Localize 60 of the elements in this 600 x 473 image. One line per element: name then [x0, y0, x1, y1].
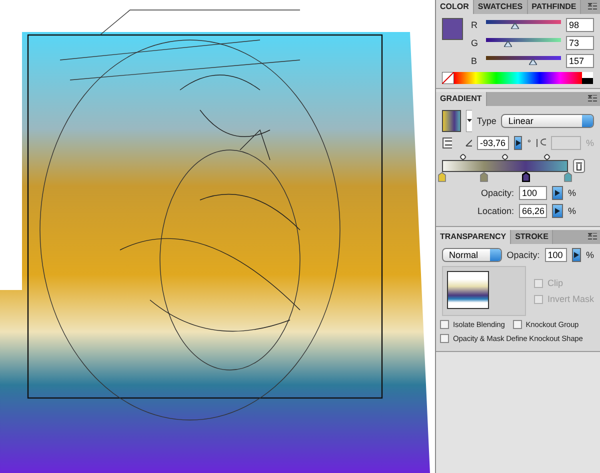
triangle-icon	[516, 140, 521, 146]
fill-swatch[interactable]	[442, 18, 463, 40]
panel-tab[interactable]: COLOR	[436, 0, 474, 14]
opacity-label: Opacity:	[480, 188, 514, 198]
gradient-preview[interactable]	[442, 110, 461, 132]
degree-sign: °	[527, 138, 532, 148]
panel-menu-icon[interactable]	[588, 3, 597, 10]
location-field[interactable]: 66,26	[519, 204, 547, 218]
channel-label: G	[471, 38, 480, 48]
aspect-ratio-icon	[536, 138, 546, 148]
type-label: Type	[476, 116, 496, 126]
color-spectrum-drawing[interactable]	[442, 72, 593, 84]
panel-tab[interactable]: SWATCHES	[474, 0, 528, 14]
color-stop[interactable]	[522, 172, 530, 182]
checkbox-label: Invert Mask	[547, 294, 594, 304]
type-dropdown[interactable]: Linear	[501, 114, 594, 128]
panel-tab[interactable]: STROKE	[511, 230, 554, 244]
checkbox[interactable]	[440, 320, 449, 329]
percent-sign: %	[586, 250, 594, 260]
stepper-button[interactable]	[552, 204, 563, 218]
color-stop[interactable]	[564, 172, 572, 182]
percent-sign: %	[586, 138, 594, 148]
dropdown-arrow-icon[interactable]	[466, 110, 472, 132]
location-label: Location:	[476, 206, 514, 216]
angle-field[interactable]: -93,76	[477, 136, 510, 150]
angle-icon	[464, 139, 472, 147]
slider-thumb[interactable]	[510, 23, 518, 29]
slider-thumb[interactable]	[528, 59, 536, 65]
color-stop[interactable]	[438, 172, 446, 182]
stepper-button[interactable]	[552, 186, 563, 200]
channel-value-field[interactable]: 98	[566, 18, 594, 32]
checkbox-label: Clip	[547, 278, 563, 288]
stepper-button[interactable]	[572, 248, 581, 262]
opacity-field[interactable]: 100	[519, 186, 547, 200]
triangle-icon	[574, 252, 579, 258]
blend-mode-dropdown[interactable]: Normal	[442, 248, 502, 262]
channel-value-field[interactable]: 73	[566, 36, 594, 50]
channel-value-field[interactable]: 157	[566, 54, 594, 68]
panel-menu-icon[interactable]	[588, 233, 597, 240]
panel-tab[interactable]: GRADIENT	[436, 92, 487, 106]
percent-sign: %	[568, 188, 576, 198]
channel-label: B	[471, 56, 478, 66]
panel-menu-icon[interactable]	[588, 95, 597, 102]
opacity-label: Opacity:	[506, 250, 540, 260]
reverse-gradient-icon[interactable]	[442, 137, 452, 149]
percent-sign: %	[568, 206, 576, 216]
opacity-field[interactable]: 100	[544, 248, 567, 262]
triangle-icon	[555, 190, 560, 196]
panel-tab[interactable]: PATHFINDE	[528, 0, 582, 14]
checkbox[interactable]	[512, 320, 522, 329]
delete-icon[interactable]	[573, 159, 585, 173]
channel-label: R	[471, 20, 478, 30]
triangle-icon	[555, 208, 560, 214]
checkbox[interactable]	[440, 334, 449, 343]
object-thumbnail[interactable]	[447, 271, 489, 309]
color-stop[interactable]	[480, 172, 488, 182]
stepper-button[interactable]	[514, 136, 522, 150]
panel-tab[interactable]: TRANSPARENCY	[436, 230, 512, 244]
slider-thumb[interactable]	[504, 41, 512, 47]
gradient-ramp[interactable]	[442, 160, 568, 172]
